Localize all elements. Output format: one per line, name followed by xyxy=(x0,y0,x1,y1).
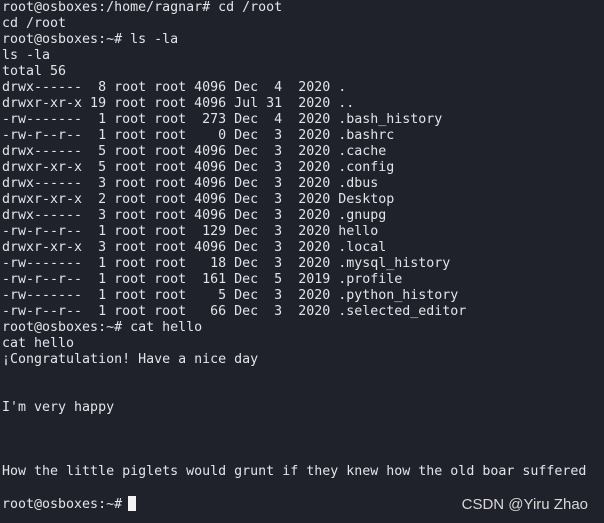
terminal-line: -rw-r--r-- 1 root root 129 Dec 3 2020 he… xyxy=(2,224,379,239)
terminal-line: drwxr-xr-x 3 root root 4096 Dec 3 2020 .… xyxy=(2,240,387,255)
watermark: CSDN @Yiru Zhao xyxy=(461,496,588,513)
terminal-line: How the little piglets would grunt if th… xyxy=(2,464,587,479)
terminal-line: drwxr-xr-x 19 root root 4096 Jul 31 2020… xyxy=(2,96,355,111)
terminal-line: I'm very happy xyxy=(2,400,115,415)
terminal-line: ls -la xyxy=(2,48,51,63)
terminal-output[interactable]: root@osboxes:/home/ragnar# cd /root cd /r… xyxy=(2,0,586,512)
terminal-line: ¡Congratulation! Have a nice day xyxy=(2,352,259,367)
terminal-line: cat hello xyxy=(2,336,75,351)
terminal-line: -rw------- 1 root root 5 Dec 3 2020 .pyt… xyxy=(2,288,459,303)
terminal-line: drwx------ 8 root root 4096 Dec 4 2020 . xyxy=(2,80,347,95)
terminal-line: -rw------- 1 root root 273 Dec 4 2020 .b… xyxy=(2,112,443,127)
terminal-line: root@osboxes:/home/ragnar# cd /root xyxy=(2,0,283,15)
terminal-line: drwxr-xr-x 5 root root 4096 Dec 3 2020 .… xyxy=(2,160,395,175)
terminal-line: -rw-r--r-- 1 root root 66 Dec 3 2020 .se… xyxy=(2,304,467,319)
terminal-line: -rw------- 1 root root 18 Dec 3 2020 .my… xyxy=(2,256,451,271)
terminal-line: total 56 xyxy=(2,64,67,79)
terminal-line: root@osboxes:~# ls -la xyxy=(2,32,179,47)
terminal-line: -rw-r--r-- 1 root root 161 Dec 5 2019 .p… xyxy=(2,272,403,287)
terminal-line: drwxr-xr-x 2 root root 4096 Dec 3 2020 D… xyxy=(2,192,395,207)
terminal-line: -rw-r--r-- 1 root root 0 Dec 3 2020 .bas… xyxy=(2,128,395,143)
terminal-line: cd /root xyxy=(2,16,67,31)
terminal-line: drwx------ 3 root root 4096 Dec 3 2020 .… xyxy=(2,208,387,223)
prompt: root@osboxes:~# xyxy=(2,497,123,512)
terminal-line: root@osboxes:~# cat hello xyxy=(2,320,203,335)
cursor xyxy=(128,496,137,511)
terminal-line: drwx------ 3 root root 4096 Dec 3 2020 .… xyxy=(2,176,379,191)
terminal-line: drwx------ 5 root root 4096 Dec 3 2020 .… xyxy=(2,144,387,159)
